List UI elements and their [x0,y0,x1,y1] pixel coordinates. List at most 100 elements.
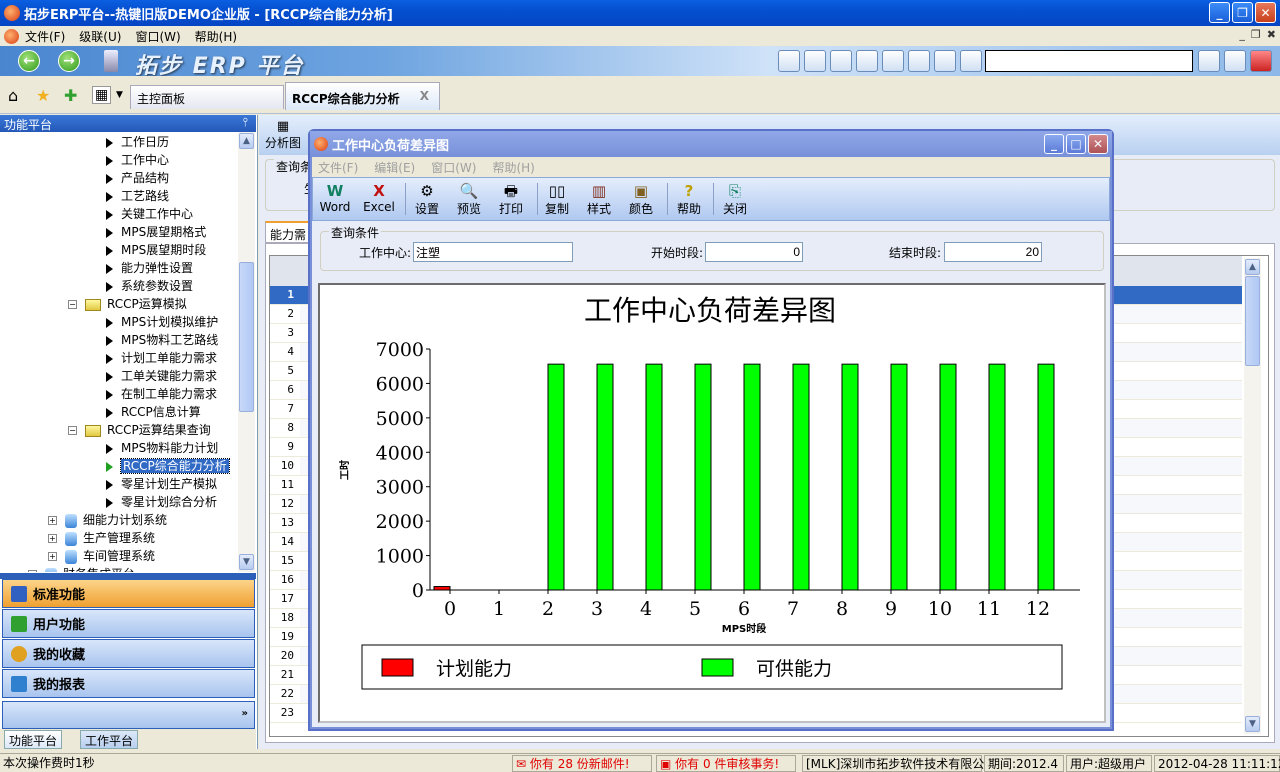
restore-button[interactable]: ❐ [1232,2,1253,23]
copy-button[interactable]: ▯▯ 复制 [535,182,579,217]
folder-up-icon[interactable] [804,50,826,72]
tree-item[interactable]: RCCP信息计算 [106,403,201,421]
minimize-button[interactable]: _ [1209,2,1230,23]
dialog-menu-help[interactable]: 帮助(H) [492,159,534,176]
tree-scrollbar[interactable]: ▲ ▼ [238,132,255,572]
tab-dropdown-icon[interactable]: ▼ [116,90,123,100]
home-chart-icon[interactable] [1224,50,1246,72]
tree-item[interactable]: 零星计划综合分析 [106,493,217,511]
folder-add-icon[interactable] [882,50,904,72]
nav-more-button[interactable]: » [2,701,255,729]
tree-item[interactable]: MPS物料能力计划 [106,439,218,457]
help-button[interactable]: ? 帮助 [667,182,711,217]
color-button[interactable]: ▣ 颜色 [619,182,663,217]
work-center-input[interactable] [413,242,573,262]
message-icon[interactable] [960,50,982,72]
mdi-minimize-button[interactable]: _ [1239,28,1245,41]
tree-item[interactable]: 计划工单能力需求 [106,349,217,367]
tree-item[interactable]: 关键工作中心 [106,205,193,223]
tree-item[interactable]: + 生产管理系统 [48,529,155,547]
back-button[interactable]: ← [18,50,40,72]
close-button[interactable]: ✕ [1255,2,1276,23]
dialog-menu-edit[interactable]: 编辑(E) [374,159,415,176]
tree-item[interactable]: 工作中心 [106,151,169,169]
tab-close-icon[interactable]: X [420,89,429,103]
dialog-minimize-button[interactable]: _ [1044,134,1064,154]
play-icon[interactable] [1198,50,1220,72]
tab-work-platform[interactable]: 工作平台 [80,730,139,749]
favorite-icon[interactable] [908,50,930,72]
nav-standard-functions[interactable]: 标准功能 [2,579,255,608]
analysis-chart-button[interactable]: ▦ 分析图 [265,119,301,151]
menu-window[interactable]: 窗口(W) [135,28,180,45]
layout-icon[interactable] [778,50,800,72]
end-period-input[interactable] [944,242,1042,262]
tree-item[interactable]: 产品结构 [106,169,169,187]
tree-item[interactable]: + 细能力计划系统 [48,511,167,529]
dialog-menu-window[interactable]: 窗口(W) [431,159,476,176]
nav-my-favorites[interactable]: 我的收藏 [2,639,255,668]
mdi-close-button[interactable]: ✖ [1267,28,1276,41]
tree-item[interactable]: MPS计划模拟维护 [106,313,218,331]
dialog-maximize-button[interactable]: □ [1066,134,1086,154]
star-icon[interactable]: ★ [36,86,50,105]
collapse-icon[interactable]: − [68,300,77,309]
tree-item[interactable]: − RCCP运算模拟 [68,295,187,313]
scroll-up-icon[interactable]: ▲ [1245,259,1260,275]
collapse-icon[interactable]: − [68,426,77,435]
tree-item[interactable]: 在制工单能力需求 [106,385,217,403]
tab-rccp-analysis[interactable]: RCCP综合能力分析 X [285,82,440,110]
scroll-up-icon[interactable]: ▲ [239,133,254,149]
scroll-down-icon[interactable]: ▼ [1245,716,1260,732]
expand-icon[interactable]: + [48,552,57,561]
dialog-menu-file[interactable]: 文件(F) [318,159,358,176]
tree-item[interactable]: MPS物料工艺路线 [106,331,218,349]
menu-file[interactable]: 文件(F) [25,28,65,45]
nav-my-reports[interactable]: 我的报表 [2,669,255,698]
home-icon[interactable]: ⌂ [8,86,18,105]
notebook-icon[interactable] [830,50,852,72]
tree-item[interactable]: 能力弹性设置 [106,259,193,277]
expand-icon[interactable]: + [28,570,37,572]
audit-notice[interactable]: ▣ 你有 0 件审核事务! [656,755,796,772]
app-menu-icon[interactable] [4,28,19,44]
nav-user-functions[interactable]: 用户功能 [2,609,255,638]
export-word-button[interactable]: W Word [313,182,357,214]
forward-button[interactable]: → [58,50,80,72]
tree-item[interactable]: 零星计划生产模拟 [106,475,217,493]
tree-item[interactable]: 系统参数设置 [106,277,193,295]
tree-item[interactable]: 工艺路线 [106,187,169,205]
expand-icon[interactable]: + [48,516,57,525]
export-excel-button[interactable]: X Excel [357,182,401,214]
tree-item[interactable]: MPS展望期格式 [106,223,206,241]
scroll-down-icon[interactable]: ▼ [239,554,254,570]
tree-item[interactable]: − RCCP运算结果查询 [68,421,211,439]
scroll-thumb[interactable] [239,262,254,412]
grid-scrollbar[interactable]: ▲ ▼ [1244,258,1261,734]
pin-icon[interactable]: ⫯ [243,115,248,130]
dialog-title-bar[interactable]: 工作中心负荷差异图 _ □ ✕ [310,131,1112,157]
mail-notice[interactable]: ✉ 你有 28 份新邮件! [512,755,652,772]
exit-icon[interactable] [1250,50,1272,72]
tree-item[interactable]: MPS展望期时段 [106,241,206,259]
print-button[interactable]: 🖶 打印 [489,182,533,217]
tab-function-platform[interactable]: 功能平台 [4,730,63,749]
settings-button[interactable]: ⚙ 设置 [405,182,449,217]
preview-button[interactable]: 🔍 预览 [447,182,491,217]
menu-cascade[interactable]: 级联(U) [79,28,121,45]
banner-search-input[interactable] [985,50,1193,72]
tree-item[interactable]: + 车间管理系统 [48,547,155,565]
tree-item[interactable]: 工单关键能力需求 [106,367,217,385]
style-button[interactable]: ▥ 样式 [577,182,621,217]
menu-help[interactable]: 帮助(H) [195,28,237,45]
contacts-icon[interactable] [934,50,956,72]
mdi-restore-button[interactable]: ❐ [1251,28,1261,41]
tab-main-panel[interactable]: 主控面板 [130,85,284,109]
close-dialog-button[interactable]: ⎘ 关闭 [713,182,757,217]
expand-icon[interactable]: + [48,534,57,543]
tree-item[interactable]: RCCP综合能力分析 [106,457,230,475]
add-favorite-icon[interactable]: ✚ [64,86,77,105]
tab-grid-icon[interactable]: ▦ [92,86,112,104]
tree-item[interactable]: 工作日历 [106,133,169,151]
org-chart-icon[interactable] [856,50,878,72]
